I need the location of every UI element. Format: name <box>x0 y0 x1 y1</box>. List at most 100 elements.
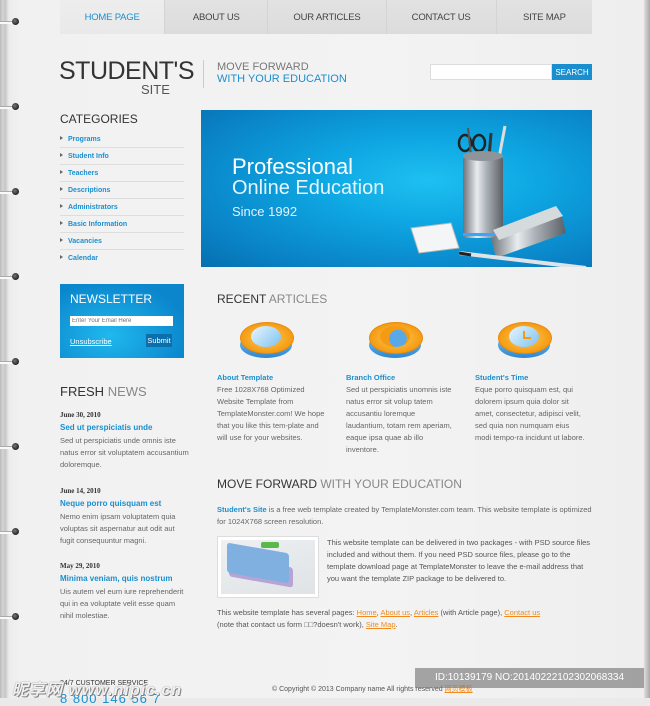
category-item-calendar[interactable]: Calendar <box>60 250 184 266</box>
news-date: June 30, 2010 <box>60 411 101 419</box>
clock-icon <box>496 320 552 360</box>
news-item: May 29, 2010 Minima veniam, quis nostrum… <box>60 562 190 622</box>
watermark-id: ID:10139179 NO:20140222102302068334 <box>415 668 644 688</box>
nav-about-us[interactable]: ABOUT US <box>165 0 269 34</box>
triangle-right-icon <box>60 221 63 225</box>
category-label: Calendar <box>68 254 98 262</box>
header-divider <box>203 60 204 88</box>
article-body: Sed ut perspiciatis unomnis iste natus e… <box>346 385 452 454</box>
news-headline-link[interactable]: Sed ut perspiciatis unde <box>60 423 190 432</box>
title-light: WITH YOUR EDUCATION <box>320 477 462 491</box>
notebook-page: HOME PAGE ABOUT US OUR ARTICLES CONTACT … <box>0 0 650 706</box>
category-item-vacancies[interactable]: Vacancies <box>60 233 184 250</box>
binder-thumbnail <box>217 536 319 598</box>
office-supplies-illustration <box>410 125 587 267</box>
link-contact-us[interactable]: Contact us <box>504 608 540 617</box>
search-button[interactable]: SEARCH <box>552 64 592 80</box>
category-item-programs[interactable]: Programs <box>60 131 184 148</box>
search-input[interactable] <box>430 64 552 80</box>
link-home[interactable]: Home <box>357 608 377 617</box>
move-forward-title: MOVE FORWARD WITH YOUR EDUCATION <box>217 477 462 491</box>
article-card: About Template Free 1028X768 Optimized W… <box>217 373 327 444</box>
category-label: Vacancies <box>68 237 102 245</box>
news-headline-link[interactable]: Neque porro quisquam est <box>60 499 190 508</box>
nav-site-map[interactable]: SITE MAP <box>496 0 592 34</box>
article-body: Eque porro quisquam est, qui dolorem ips… <box>475 385 585 442</box>
tagline-line-1: MOVE FORWARD <box>217 61 309 73</box>
title-bold: MOVE FORWARD <box>217 477 318 491</box>
article-card: Branch Office Sed ut perspiciatis unomni… <box>346 373 456 456</box>
fresh-news-title: FRESH NEWS <box>60 384 147 399</box>
move-forward-body: This website template can be delivered i… <box>327 538 591 583</box>
banner-line-2: Online Education <box>232 177 385 199</box>
title-bold: RECENT <box>217 292 267 306</box>
title-bold: FRESH <box>60 384 105 399</box>
news-item: June 30, 2010 Sed ut perspiciatis unde S… <box>60 411 190 471</box>
newsletter-submit-button[interactable]: Submit <box>146 334 172 347</box>
category-item-student-info[interactable]: Student Info <box>60 148 184 165</box>
move-forward-intro: Student's Site is a free web template cr… <box>217 504 592 528</box>
pages-prefix: This website template has several pages: <box>217 608 357 617</box>
spiral-ring-icon <box>0 443 20 451</box>
categories-title: CATEGORIES <box>60 112 138 126</box>
watermark-logo: 昵享网 www.nipic.cn <box>12 682 183 699</box>
category-item-administrators[interactable]: Administrators <box>60 199 184 216</box>
intro-text: is a free web template created by Templa… <box>217 505 592 526</box>
title-light: NEWS <box>107 384 147 399</box>
triangle-right-icon <box>60 136 63 140</box>
category-label: Student Info <box>68 152 109 160</box>
unsubscribe-link[interactable]: Unsubscribe <box>70 337 112 346</box>
nav-our-articles[interactable]: OUR ARTICLES <box>268 0 387 34</box>
site-name-highlight: Student's Site <box>217 505 267 514</box>
news-body: Sed ut perspiciatis unde omnis iste natu… <box>60 436 189 469</box>
triangle-right-icon <box>60 153 63 157</box>
header-tagline: MOVE FORWARD WITH YOUR EDUCATION <box>217 61 347 85</box>
nav-home-page[interactable]: HOME PAGE <box>60 0 166 34</box>
link-site-map[interactable]: Site Map <box>366 620 396 629</box>
logo-main-text: STUDENT'S <box>59 57 195 85</box>
article-card: Student's Time Eque porro quisquam est, … <box>475 373 585 444</box>
title-light: ARTICLES <box>268 292 328 306</box>
link-articles[interactable]: Articles <box>414 608 439 617</box>
site-logo[interactable]: STUDENT'S SITE <box>59 57 195 97</box>
news-item: June 14, 2010 Neque porro quisquam est N… <box>60 487 190 547</box>
tagline-line-2: WITH YOUR EDUCATION <box>217 73 347 85</box>
article-title-link[interactable]: Student's Time <box>475 373 585 382</box>
news-headline-link[interactable]: Minima veniam, quis nostrum <box>60 574 190 583</box>
article-title-link[interactable]: About Template <box>217 373 327 382</box>
spiral-ring-icon <box>0 188 20 196</box>
link-about-us[interactable]: About us <box>380 608 410 617</box>
news-date: June 14, 2010 <box>60 487 101 495</box>
news-body: Uis autem vel eum iure reprehenderit qui… <box>60 587 184 620</box>
category-label: Programs <box>68 135 101 143</box>
hero-banner: Professional Online Education Since 1992 <box>201 110 592 267</box>
recent-articles-title: RECENT ARTICLES <box>217 292 327 306</box>
spiral-ring-icon <box>0 103 20 111</box>
category-label: Teachers <box>68 169 99 177</box>
binder-image <box>221 540 315 594</box>
spiral-ring-icon <box>0 613 20 621</box>
article-title-link[interactable]: Branch Office <box>346 373 456 382</box>
page-edge <box>644 0 650 698</box>
triangle-right-icon <box>60 255 63 259</box>
article-body: Free 1028X768 Optimized Website Template… <box>217 385 325 442</box>
banner-line-3: Since 1992 <box>232 204 298 219</box>
category-item-teachers[interactable]: Teachers <box>60 165 184 182</box>
category-item-basic-information[interactable]: Basic Information <box>60 216 184 233</box>
triangle-right-icon <box>60 187 63 191</box>
logo-sub-text: SITE <box>141 82 170 97</box>
main-nav: HOME PAGE ABOUT US OUR ARTICLES CONTACT … <box>60 0 592 34</box>
globe-icon <box>367 320 423 360</box>
triangle-right-icon <box>60 204 63 208</box>
spiral-ring-icon <box>0 273 20 281</box>
nav-contact-us[interactable]: CONTACT US <box>386 0 497 34</box>
triangle-right-icon <box>60 238 63 242</box>
contact-note: (note that contact us form □□?doesn't wo… <box>217 620 366 629</box>
newsletter-title: NEWSLETTER <box>70 292 153 306</box>
category-item-descriptions[interactable]: Descriptions <box>60 182 184 199</box>
news-date: May 29, 2010 <box>60 562 100 570</box>
newsletter-email-input[interactable] <box>70 316 173 326</box>
categories-list: Programs Student Info Teachers Descripti… <box>60 131 184 266</box>
category-label: Basic Information <box>68 220 128 228</box>
articles-note: (with Article page), <box>438 608 505 617</box>
